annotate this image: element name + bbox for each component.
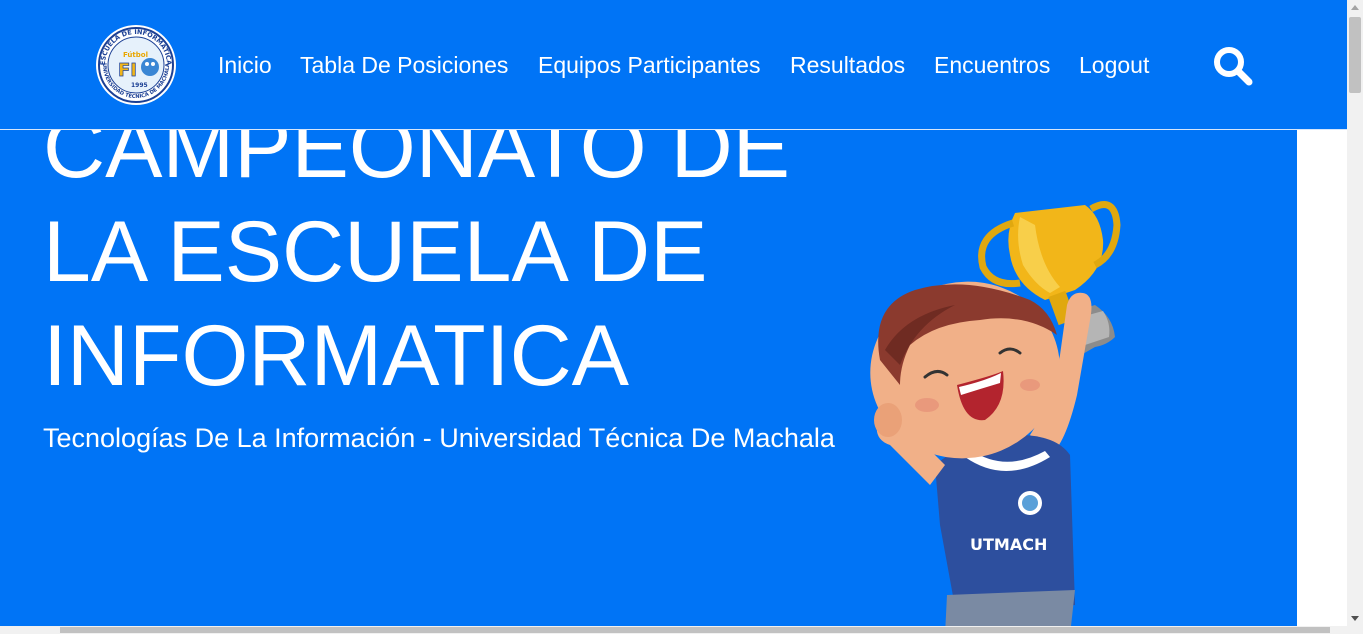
horizontal-scrollbar[interactable]	[0, 626, 1363, 634]
mascot-trophy-illustration: UTMACH	[870, 201, 1121, 626]
hero-title-line-2: LA ESCUELA DE	[43, 204, 708, 300]
logo-sport-text: Fútbol	[123, 51, 148, 59]
scroll-down-arrow-icon[interactable]	[1351, 616, 1359, 621]
vertical-scroll-thumb[interactable]	[1349, 17, 1361, 93]
page: CAMPEONATO DE LA ESCUELA DE INFORMATICA …	[0, 0, 1363, 634]
search-icon[interactable]	[1212, 45, 1254, 87]
nav-link-logout[interactable]: Logout	[1079, 50, 1149, 80]
nav-link-tabla-posiciones[interactable]: Tabla De Posiciones	[300, 50, 508, 80]
nav-link-inicio[interactable]: Inicio	[218, 50, 272, 80]
top-navbar: ESCUELA DE INFORMATICA UNIVERSIDAD TÉCNI…	[0, 0, 1347, 130]
hero-title: CAMPEONATO DE LA ESCUELA DE INFORMATICA	[43, 96, 843, 408]
mascot-shirt-text: UTMACH	[970, 535, 1047, 554]
scroll-up-arrow-icon[interactable]	[1351, 5, 1359, 10]
logo-year-text: 1995	[131, 82, 148, 89]
logo-center-text: FI	[118, 60, 137, 81]
nav-link-encuentros[interactable]: Encuentros	[934, 50, 1050, 80]
hero-subtitle: Tecnologías De La Información - Universi…	[43, 423, 835, 453]
escuela-informatica-logo[interactable]: ESCUELA DE INFORMATICA UNIVERSIDAD TÉCNI…	[93, 24, 179, 106]
nav-link-equipos-participantes[interactable]: Equipos Participantes	[538, 50, 760, 80]
vertical-scrollbar[interactable]	[1347, 0, 1363, 626]
horizontal-scroll-thumb[interactable]	[60, 627, 1330, 633]
hero-title-line-3: INFORMATICA	[43, 308, 630, 404]
nav-link-resultados[interactable]: Resultados	[790, 50, 905, 80]
